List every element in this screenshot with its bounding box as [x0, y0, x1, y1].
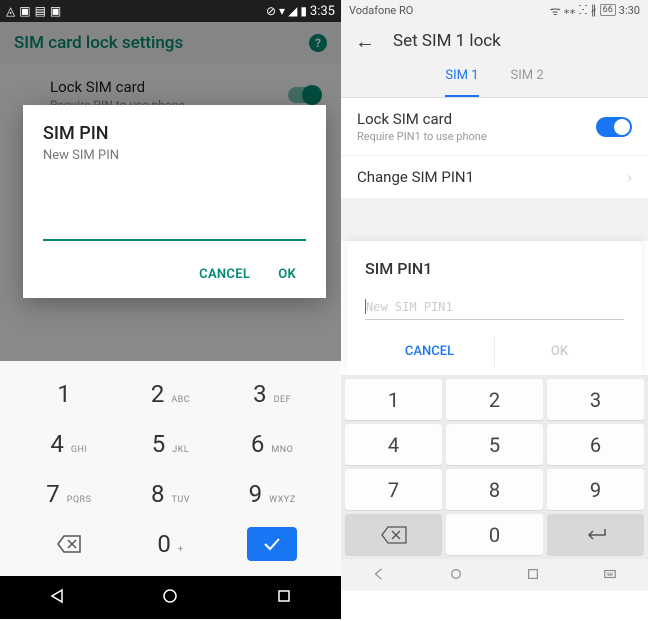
- cancel-button[interactable]: CANCEL: [365, 336, 494, 367]
- pin-input[interactable]: New SIM PIN1: [365, 296, 624, 320]
- keypad: 1 2ABC 3DEF 4GHI 5JKL 6MNO 7PQRS 8TUV 9W…: [0, 361, 341, 576]
- lock-sim-toggle[interactable]: [596, 117, 632, 137]
- eye-icon: ⵘ: [579, 3, 588, 17]
- nav-back[interactable]: [49, 588, 65, 608]
- nav-recent[interactable]: [276, 588, 292, 608]
- bt-icon: ∦: [591, 3, 597, 17]
- nav-bar: [0, 576, 341, 619]
- nav-back[interactable]: [372, 566, 386, 585]
- check-icon: [247, 527, 297, 561]
- app-header: ← Set SIM 1 lock: [341, 20, 648, 62]
- key-9[interactable]: 9WXYZ: [227, 480, 317, 508]
- status-bar: ◬ ▣ ▤ ▣ ⊘ ▾ ◢ ▮ 3:35: [0, 0, 341, 22]
- gap: [341, 199, 648, 241]
- ok-button[interactable]: OK: [494, 336, 624, 367]
- drive-icon: ◬: [6, 4, 15, 18]
- lock-sim-row[interactable]: Lock SIM card Require PIN1 to use phone: [341, 98, 648, 156]
- key-2[interactable]: 2: [446, 379, 543, 420]
- battery-pct: 66: [600, 4, 616, 16]
- phone-left-screen: ◬ ▣ ▤ ▣ ⊘ ▾ ◢ ▮ 3:35 SIM card lock setti…: [0, 0, 341, 621]
- key-2[interactable]: 2ABC: [125, 380, 215, 408]
- nav-bar: [341, 559, 648, 591]
- keypad: 1 2 3 4 5 6 7 8 9 0: [341, 375, 648, 559]
- placeholder: New SIM PIN1: [366, 300, 453, 314]
- pin-input[interactable]: [43, 221, 306, 241]
- nav-recent[interactable]: [526, 566, 540, 585]
- signal-icon: ⁎⁎: [564, 3, 576, 17]
- sim-pin-dialog: SIM PIN New SIM PIN CANCEL OK: [23, 105, 326, 298]
- dialog-title: SIM PIN1: [365, 259, 624, 278]
- key-6[interactable]: 6MNO: [227, 430, 317, 458]
- sim-tabs: SIM 1 SIM 2: [341, 62, 648, 98]
- tab-sim-2[interactable]: SIM 2: [511, 62, 544, 97]
- key-0[interactable]: 0+: [125, 530, 215, 558]
- phone-right-screen: Vodafone RO ᯤ ⁎⁎ ⵘ ∦ 66 3:30 ← Set SIM 1…: [341, 0, 648, 621]
- key-5[interactable]: 5: [446, 424, 543, 465]
- enter-key[interactable]: [547, 514, 644, 555]
- check-icon: ▣: [50, 4, 61, 18]
- key-3[interactable]: 3: [547, 379, 644, 420]
- auto-rotate-icon: ⊘: [266, 4, 276, 18]
- nav-home[interactable]: [449, 566, 463, 585]
- nav-keyboard[interactable]: [603, 566, 617, 585]
- change-pin-row[interactable]: Change SIM PIN1 ›: [341, 156, 648, 199]
- battery-icon: ▮: [300, 4, 307, 18]
- chevron-right-icon: ›: [627, 168, 632, 186]
- settings-list: Lock SIM card Require PIN1 to use phone …: [341, 98, 648, 199]
- photos-icon: ▣: [19, 4, 30, 18]
- key-3[interactable]: 3DEF: [227, 380, 317, 408]
- dialog-title: SIM PIN: [43, 123, 306, 144]
- doc-icon: ▤: [35, 4, 46, 18]
- key-1[interactable]: 1: [24, 380, 114, 408]
- row-title: Change SIM PIN1: [357, 168, 474, 186]
- wifi-icon: ▾: [279, 4, 285, 18]
- key-4[interactable]: 4: [345, 424, 442, 465]
- key-7[interactable]: 7: [345, 469, 442, 510]
- tab-sim-1[interactable]: SIM 1: [445, 62, 478, 97]
- signal-icon: ◢: [288, 4, 297, 18]
- page-title: Set SIM 1 lock: [393, 31, 501, 51]
- status-bar: Vodafone RO ᯤ ⁎⁎ ⵘ ∦ 66 3:30: [341, 0, 648, 20]
- key-8[interactable]: 8: [446, 469, 543, 510]
- carrier-label: Vodafone RO: [349, 4, 413, 17]
- key-9[interactable]: 9: [547, 469, 644, 510]
- row-subtitle: Require PIN1 to use phone: [357, 130, 487, 143]
- key-4[interactable]: 4GHI: [24, 430, 114, 458]
- key-7[interactable]: 7PQRS: [24, 480, 114, 508]
- sim-pin-dialog: SIM PIN1 New SIM PIN1 CANCEL OK: [347, 241, 642, 375]
- key-5[interactable]: 5JKL: [125, 430, 215, 458]
- key-1[interactable]: 1: [345, 379, 442, 420]
- clock: 3:30: [619, 4, 640, 17]
- key-0[interactable]: 0: [446, 514, 543, 555]
- backspace-key[interactable]: [345, 514, 442, 555]
- enter-key[interactable]: [227, 527, 317, 561]
- back-icon[interactable]: ←: [355, 29, 375, 54]
- clock: 3:35: [310, 4, 335, 19]
- key-8[interactable]: 8TUV: [125, 480, 215, 508]
- key-6[interactable]: 6: [547, 424, 644, 465]
- backspace-key[interactable]: [24, 535, 114, 553]
- dialog-subtitle: New SIM PIN: [43, 148, 306, 163]
- ok-button[interactable]: OK: [278, 267, 296, 282]
- nav-home[interactable]: [162, 588, 178, 608]
- cancel-button[interactable]: CANCEL: [199, 267, 250, 282]
- row-title: Lock SIM card: [357, 110, 487, 128]
- wifi-icon: ᯤ: [550, 2, 561, 19]
